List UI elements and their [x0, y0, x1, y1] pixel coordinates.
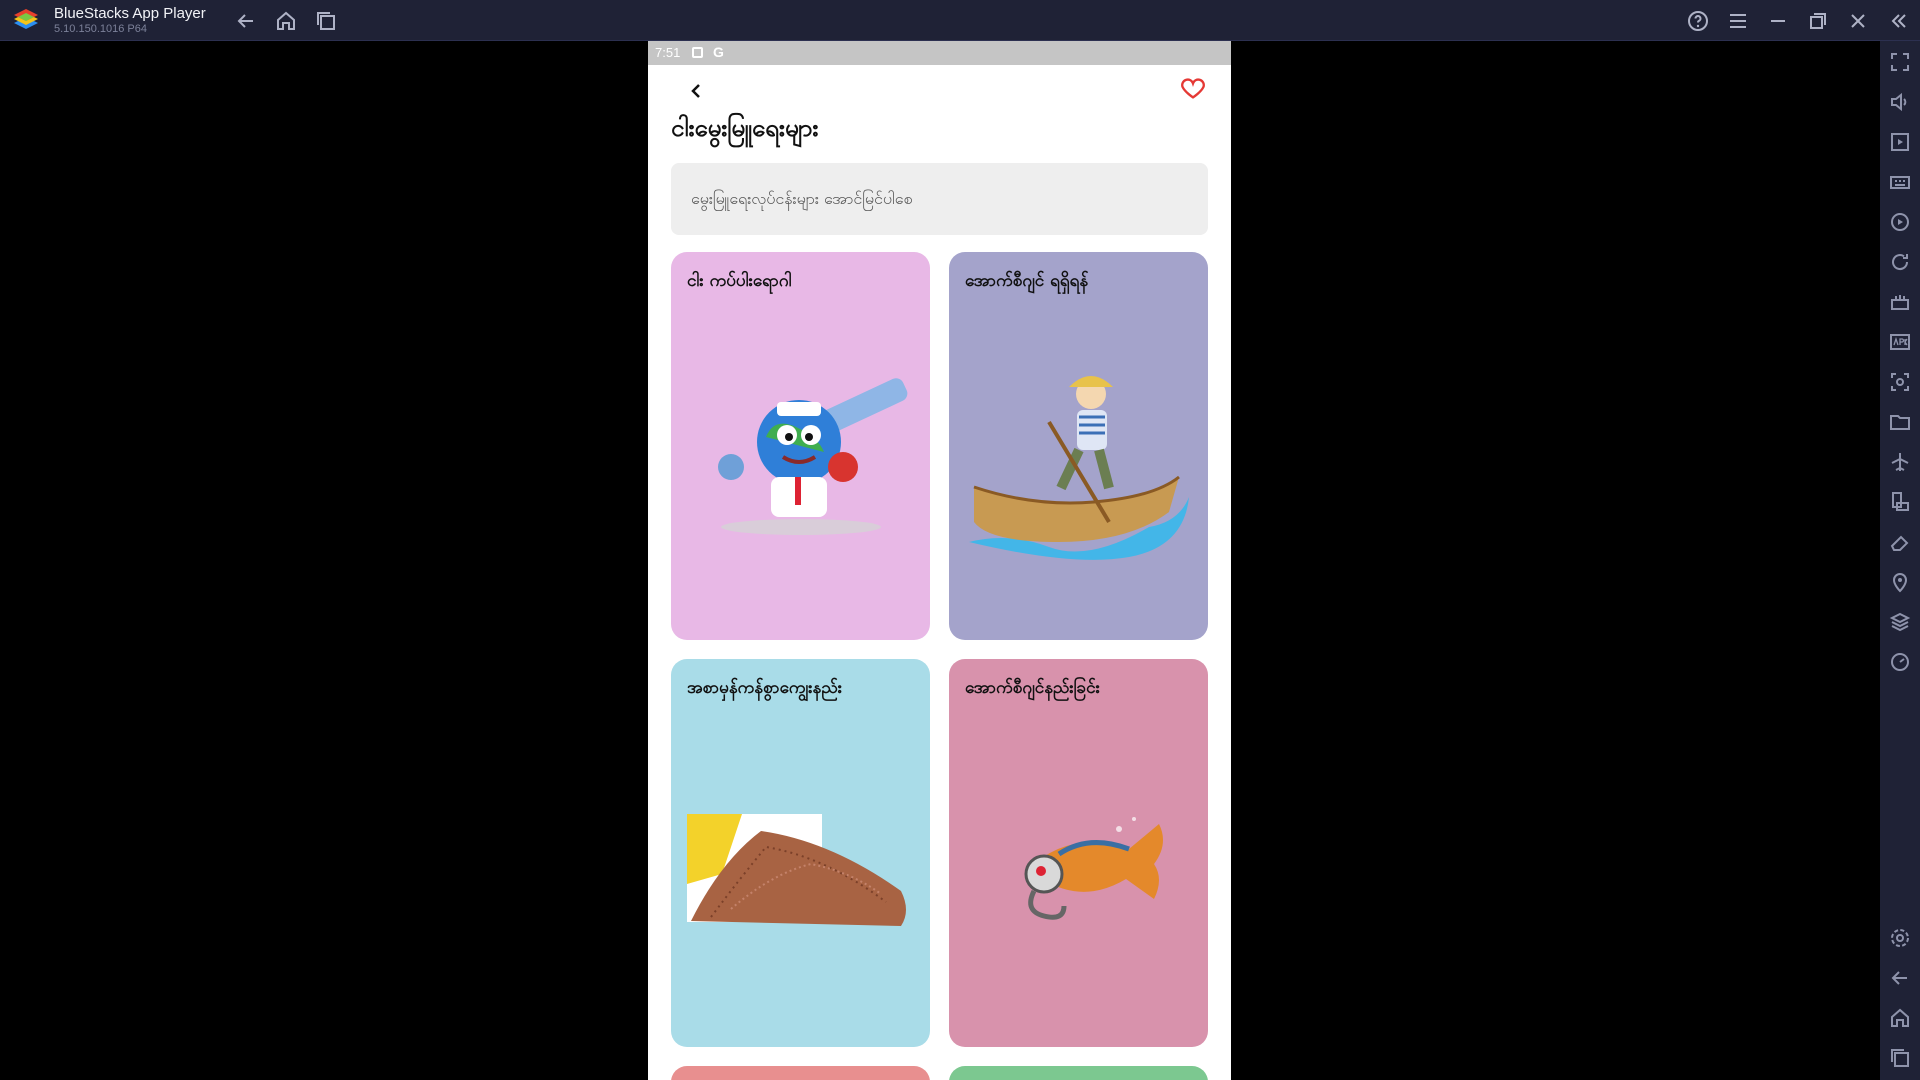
boy-rowing-boat-image [969, 376, 1189, 560]
rotate-icon[interactable] [1888, 490, 1912, 514]
airplane-icon[interactable] [1888, 450, 1912, 474]
volume-icon[interactable] [1888, 90, 1912, 114]
layers-icon[interactable] [1888, 610, 1912, 634]
restore-icon[interactable] [1806, 9, 1830, 33]
location-icon[interactable] [1888, 570, 1912, 594]
android-screen: 7:51 G ငါးမွေးမြူရေးများ မွေးမြူရေးလုပ်င… [648, 41, 1231, 1080]
search-box[interactable]: မွေးမြူရေးလုပ်ငန်းများ အောင်မြင်ပါစေ [671, 163, 1208, 235]
multitask-icon[interactable] [314, 9, 338, 33]
back-button[interactable] [684, 79, 708, 103]
status-time: 7:51 [655, 45, 681, 60]
card-label: အောက်စီဂျင်နည်းခြင်း [965, 678, 1100, 698]
collapse-sidebar-icon[interactable] [1886, 9, 1910, 33]
apk-icon[interactable] [1888, 330, 1912, 354]
topic-card-parasite[interactable]: ငါး ကပ်ပါးရောဂါ [671, 252, 930, 640]
performance-icon[interactable] [1888, 650, 1912, 674]
bluestacks-logo-icon [12, 8, 40, 34]
game-controls-icon[interactable] [1888, 290, 1912, 314]
topic-card-low-oxygen[interactable]: အောက်စီဂျင်နည်းခြင်း [949, 659, 1208, 1047]
screenshot-icon[interactable] [1888, 370, 1912, 394]
card-label: အစာမှန်ကန်စွာကျွေးနည်း [687, 678, 843, 698]
android-recents-icon[interactable] [1888, 1046, 1912, 1070]
app-version: 5.10.150.1016 P64 [54, 23, 147, 35]
topic-card-feeding[interactable]: အစာမှန်ကန်စွာကျွေးနည်း [671, 659, 930, 1047]
fish-feed-pellets-image [687, 814, 906, 926]
sync-icon[interactable] [1888, 250, 1912, 274]
notification-icon [692, 47, 703, 58]
app-title: BlueStacks App Player [54, 5, 206, 22]
menu-icon[interactable] [1726, 9, 1750, 33]
home-icon[interactable] [274, 9, 298, 33]
close-icon[interactable] [1846, 9, 1870, 33]
help-icon[interactable] [1686, 9, 1710, 33]
search-placeholder: မွေးမြူရေးလုပ်ငန်းများ အောင်မြင်ပါစေ [691, 189, 913, 208]
android-back-icon[interactable] [1888, 966, 1912, 990]
google-icon: G [713, 44, 724, 60]
right-sidebar [1880, 41, 1920, 1080]
android-home-icon[interactable] [1888, 1006, 1912, 1030]
topic-card-oxygen[interactable]: အောက်စီဂျင် ရရှိရန် [949, 252, 1208, 640]
page-title: ငါးမွေးမြူရေးများ [671, 114, 819, 142]
back-arrow-icon[interactable] [234, 9, 258, 33]
keyboard-icon[interactable] [1888, 170, 1912, 194]
topic-card-partial-left[interactable] [671, 1066, 930, 1080]
card-label: အောက်စီဂျင် ရရှိရန် [965, 271, 1089, 291]
topic-card-partial-right[interactable] [949, 1066, 1208, 1080]
favorite-heart-icon[interactable] [1179, 74, 1207, 102]
minimize-icon[interactable] [1766, 9, 1790, 33]
folder-icon[interactable] [1888, 410, 1912, 434]
fish-with-gas-mask-image [1024, 817, 1163, 920]
status-bar: 7:51 G [648, 41, 1231, 65]
settings-icon[interactable] [1888, 926, 1912, 950]
fullscreen-icon[interactable] [1888, 50, 1912, 74]
media-icon[interactable] [1888, 130, 1912, 154]
card-label: ငါး ကပ်ပါးရောဂါ [687, 271, 792, 291]
window-titlebar: BlueStacks App Player 5.10.150.1016 P64 [0, 0, 1920, 41]
eraser-icon[interactable] [1888, 530, 1912, 554]
macro-icon[interactable] [1888, 210, 1912, 234]
globe-doctor-syringe-image [718, 378, 908, 535]
